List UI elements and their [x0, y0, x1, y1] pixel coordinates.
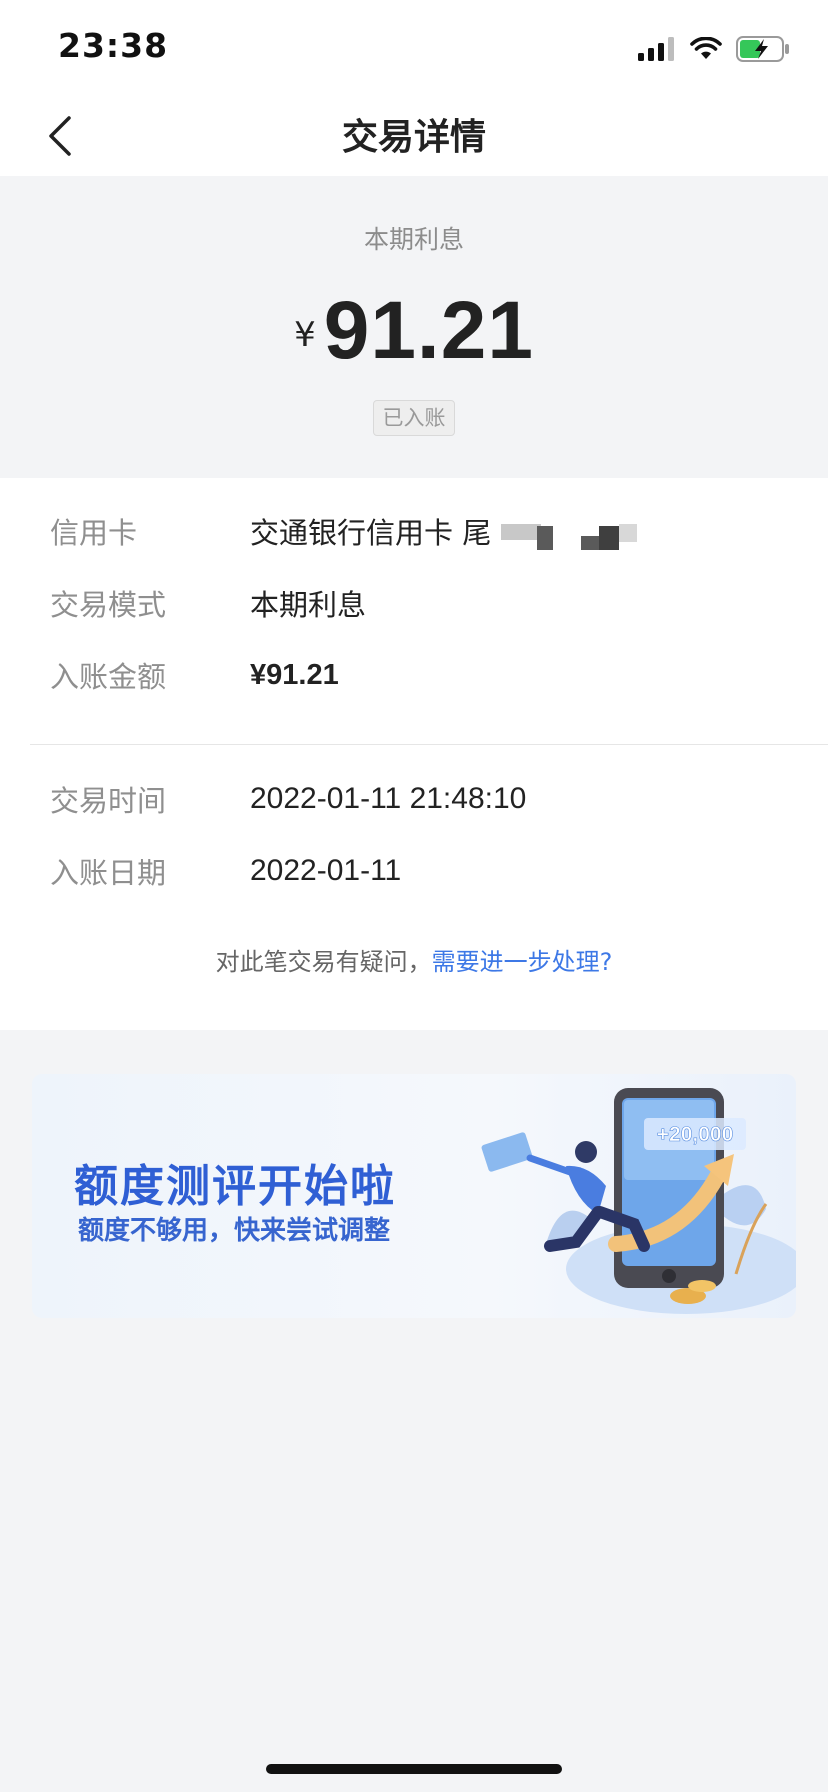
card-name: 交通银行信用卡 尾 [250, 516, 492, 550]
detail-row-amount: 入账金额 ¥91.21 [50, 650, 788, 700]
amount: ¥91.21 [0, 284, 828, 378]
signal-icon [638, 37, 674, 61]
detail-row-mode: 交易模式 本期利息 [50, 578, 788, 628]
status-icons [638, 34, 790, 64]
currency-symbol: ¥ [294, 315, 316, 355]
wifi-icon [690, 37, 722, 59]
further-action-link[interactable]: 需要进一步处理? [432, 948, 613, 976]
detail-row-card: 信用卡 交通银行信用卡 尾 [50, 506, 788, 556]
status-time: 23:38 [58, 26, 169, 65]
home-indicator[interactable] [266, 1764, 562, 1774]
detail-value: 2022-01-11 [250, 854, 402, 887]
divider [30, 744, 828, 745]
detail-label: 入账日期 [50, 856, 167, 890]
phone-illustration: +20,000 [481, 1088, 796, 1314]
query-text: 对此笔交易有疑问， [215, 948, 432, 976]
detail-row-date: 入账日期 2022-01-11 [50, 846, 788, 896]
summary-label: 本期利息 [363, 225, 464, 254]
promo-banner[interactable]: 额度测评开始啦 额度不够用，快来尝试调整 +20,000 [32, 1074, 796, 1318]
page-title: 交易详情 [341, 117, 486, 158]
transaction-details: 信用卡 交通银行信用卡 尾 交易模式 本期利息 入账金额 ¥91.21 交易时间… [0, 478, 828, 1030]
detail-label: 交易时间 [50, 784, 167, 818]
amount-value: 91.21 [323, 285, 534, 376]
detail-value: 交通银行信用卡 尾 [250, 510, 647, 552]
detail-label: 信用卡 [50, 516, 138, 550]
banner-badge: +20,000 [657, 1123, 734, 1146]
detail-label: 交易模式 [50, 588, 167, 622]
status-badge: 已入账 [373, 400, 455, 436]
query-line: 对此笔交易有疑问，需要进一步处理? [0, 942, 828, 977]
status-bar: 23:38 [0, 0, 828, 96]
detail-value: 本期利息 [250, 588, 367, 622]
transaction-summary: 本期利息 ¥91.21 已入账 [0, 176, 828, 478]
battery-charging-icon [736, 36, 789, 62]
masked-card-number [497, 518, 647, 552]
banner-subtitle: 额度不够用，快来尝试调整 [78, 1216, 391, 1246]
detail-value: 2022-01-11 21:48:10 [250, 782, 527, 815]
detail-row-time: 交易时间 2022-01-11 21:48:10 [50, 774, 788, 824]
detail-label: 入账金额 [50, 660, 167, 694]
nav-bar: 交易详情 [0, 96, 828, 176]
detail-value: ¥91.21 [250, 658, 339, 691]
banner-title: 额度测评开始啦 [74, 1161, 396, 1212]
